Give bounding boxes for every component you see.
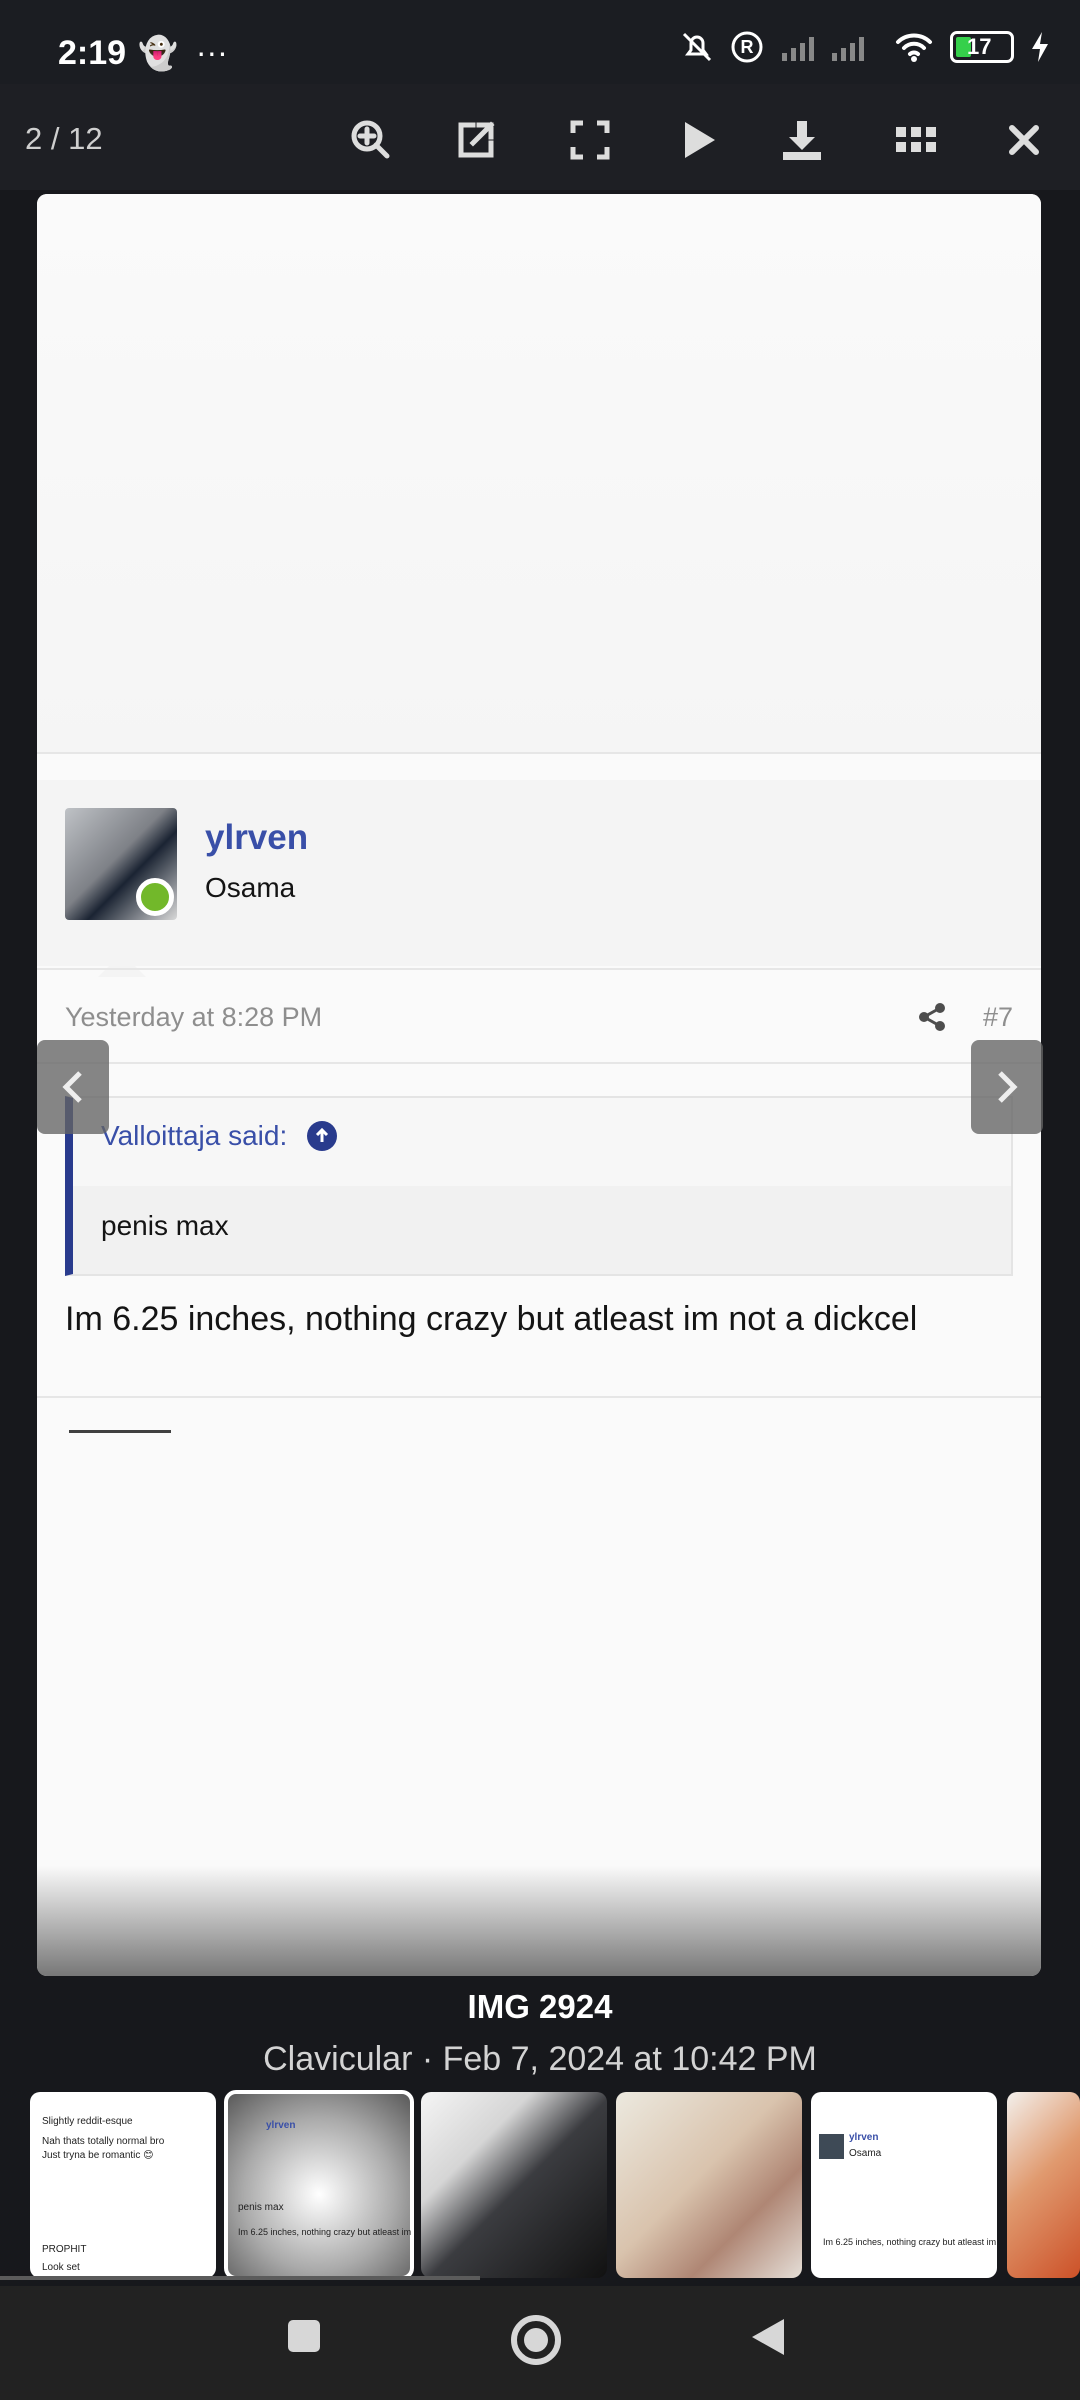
grid-icon	[896, 127, 936, 152]
registered-icon: R	[731, 31, 763, 63]
thumbnail-6[interactable]	[1007, 2092, 1080, 2278]
thumbnail-text: Im 6.25 inches, nothing crazy but atleas…	[238, 2227, 412, 2237]
quote-author: Valloittaja said:	[101, 1120, 288, 1151]
image-counter: 2 / 12	[25, 121, 103, 156]
status-time: 2:19	[58, 34, 127, 72]
thumbnail-4[interactable]	[616, 2092, 802, 2278]
play-icon	[685, 122, 715, 158]
system-status-icons: R 17	[680, 30, 1050, 64]
user-title: Osama	[205, 872, 296, 903]
recent-apps-button[interactable]	[284, 2316, 324, 2356]
home-button[interactable]	[508, 2312, 564, 2368]
battery-level: 17	[967, 34, 992, 59]
thumbnail-text: PROPHIT	[42, 2244, 87, 2255]
muted-bell-icon	[682, 32, 712, 62]
signal-icon	[782, 37, 864, 61]
thumbnail-2-current[interactable]: ylrven penis max Im 6.25 inches, nothing…	[224, 2090, 414, 2280]
grid-view-button[interactable]	[888, 112, 944, 168]
blank-screenshot-area	[37, 194, 1041, 754]
post-header-divider	[37, 968, 1041, 970]
close-button[interactable]	[996, 112, 1052, 168]
thumbnail-5[interactable]: ylrven Osama Im 6.25 inches, nothing cra…	[811, 2092, 997, 2278]
thumbnail-text: Look set	[42, 2262, 80, 2273]
next-post-divider	[37, 1396, 1041, 1398]
image-viewer: ylrven Osama Yesterday at 8:28 PM #7 Val…	[37, 194, 1041, 1976]
close-icon	[1009, 125, 1039, 155]
thumbnail-strip[interactable]: Slightly reddit-esque Nah thats totally …	[0, 2088, 1080, 2282]
back-button[interactable]	[748, 2316, 788, 2358]
chevron-right-icon	[998, 1071, 1018, 1103]
previous-image-button[interactable]	[37, 1040, 109, 1134]
next-image-button[interactable]	[971, 1040, 1043, 1134]
download-button[interactable]	[774, 112, 830, 168]
download-icon	[783, 121, 821, 160]
post-message: Im 6.25 inches, nothing crazy but atleas…	[65, 1300, 918, 1338]
post-number[interactable]: #7	[983, 1002, 1013, 1033]
thumbnail-scrollbar[interactable]	[0, 2276, 480, 2280]
open-external-button[interactable]	[448, 112, 504, 168]
thumbnail-text: ylrven	[266, 2120, 296, 2131]
snapchat-icon: 👻	[138, 35, 178, 71]
thumbnail-text: Nah thats totally normal bro	[42, 2136, 165, 2147]
quoted-message: Valloittaja said: penis max	[65, 1096, 1013, 1276]
post-timestamp[interactable]: Yesterday at 8:28 PM	[65, 1002, 322, 1033]
go-to-quote-icon	[307, 1121, 338, 1151]
quoted-text: penis max	[73, 1186, 1011, 1274]
thumbnail-text: Osama	[849, 2148, 882, 2159]
post-header-pointer	[98, 953, 146, 977]
home-circle-icon	[511, 2315, 561, 2365]
more-notifications-icon: ···	[195, 34, 228, 70]
status-left-icons: 👻 ···	[138, 34, 228, 72]
zoom-in-button[interactable]	[343, 112, 399, 168]
partial-next-post-line	[69, 1430, 171, 1433]
viewer-toolbar: 2 / 12	[0, 84, 1080, 190]
share-icon	[919, 1003, 945, 1031]
android-navigation-bar	[0, 2286, 1080, 2400]
thumbnail-text: Just tryna be romantic 😊	[42, 2150, 154, 2161]
wifi-icon	[896, 33, 932, 62]
svg-text:R: R	[741, 37, 754, 57]
post-header: ylrven Osama	[37, 780, 1041, 966]
thumbnail-avatar	[819, 2134, 844, 2159]
fullscreen-button[interactable]	[562, 112, 618, 168]
back-triangle-icon	[752, 2319, 784, 2355]
external-link-icon	[458, 121, 495, 158]
thumbnail-text: Slightly reddit-esque	[42, 2116, 133, 2127]
quote-divider	[37, 1062, 1041, 1064]
battery-icon: 17	[950, 31, 1014, 63]
image-fade	[37, 1866, 1041, 1976]
chevron-left-icon	[62, 1071, 82, 1103]
zoom-in-icon	[351, 120, 390, 159]
image-title: IMG 2924	[467, 1988, 613, 2025]
play-slideshow-button[interactable]	[670, 112, 726, 168]
online-status-indicator	[136, 878, 174, 916]
charging-icon	[1032, 32, 1048, 62]
square-icon	[288, 2320, 320, 2352]
thumbnail-text: ylrven	[849, 2132, 879, 2143]
thumbnail-text: penis max	[238, 2202, 284, 2213]
username-link[interactable]: ylrven	[205, 818, 308, 858]
image-meta: Clavicular · Feb 7, 2024 at 10:42 PM	[263, 2040, 817, 2078]
quote-header[interactable]: Valloittaja said:	[101, 1120, 338, 1152]
post-divider	[37, 752, 1041, 754]
share-button[interactable]	[917, 1002, 947, 1037]
thumbnail-3[interactable]	[421, 2092, 607, 2278]
status-bar: 2:19 👻 ··· R 17	[0, 0, 1080, 84]
thumbnail-1[interactable]: Slightly reddit-esque Nah thats totally …	[30, 2092, 216, 2278]
fullscreen-icon	[570, 120, 610, 160]
thumbnail-text: Im 6.25 inches, nothing crazy but atleas…	[823, 2237, 997, 2247]
